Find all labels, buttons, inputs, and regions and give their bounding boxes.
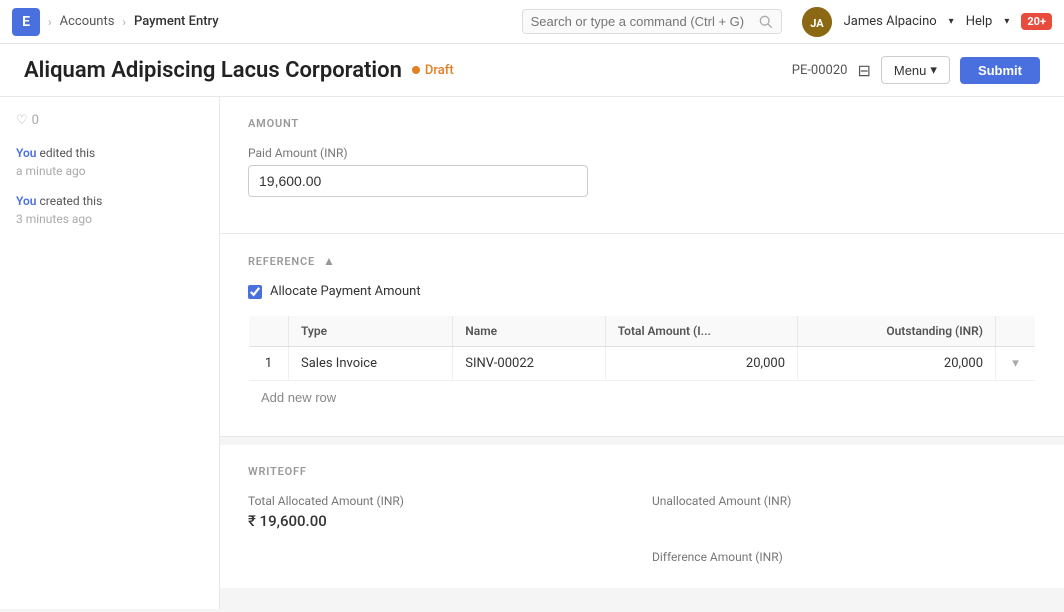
- header-actions: PE-00020 ⊟ Menu ▾ Submit: [792, 56, 1040, 84]
- col-num: [249, 316, 289, 347]
- status-badge: Draft: [412, 63, 454, 78]
- paid-amount-label: Paid Amount (INR): [248, 146, 1036, 160]
- activity-action-1: created this: [39, 194, 102, 208]
- doc-title-group: Aliquam Adipiscing Lacus Corporation Dra…: [24, 58, 454, 83]
- doc-id: PE-00020: [792, 63, 848, 78]
- submit-button[interactable]: Submit: [960, 57, 1040, 84]
- nav-right: JA James Alpacino ▾ Help ▾ 20+: [802, 7, 1052, 37]
- activity-action-0: edited this: [39, 146, 95, 160]
- heart-row: ♡ 0: [16, 113, 203, 128]
- col-action: [996, 316, 1036, 347]
- status-label: Draft: [425, 63, 454, 78]
- breadcrumb-payment-entry: Payment Entry: [134, 14, 219, 29]
- draft-dot: [412, 66, 420, 74]
- breadcrumb-sep-1: ›: [48, 15, 52, 29]
- collapse-icon[interactable]: ▲: [323, 254, 335, 268]
- menu-label: Menu: [894, 63, 927, 78]
- sidebar: ♡ 0 You edited this a minute ago You cre…: [0, 97, 220, 609]
- reference-section-label: REFERENCE: [248, 255, 315, 268]
- table-header-row: Type Name Total Amount (I... Outstanding…: [249, 316, 1036, 347]
- add-row-cell: Add new row: [249, 381, 1036, 416]
- activity-item-1: You created this 3 minutes ago: [16, 192, 203, 228]
- dropdown-arrow-icon[interactable]: ▾: [1012, 356, 1019, 371]
- print-icon[interactable]: ⊟: [857, 61, 870, 80]
- activity-actor-0: You: [16, 146, 36, 160]
- col-type: Type: [289, 316, 453, 347]
- search-bar[interactable]: [522, 9, 782, 34]
- row-dropdown-1[interactable]: ▾: [996, 347, 1036, 381]
- row-name-1: SINV-00022: [453, 347, 605, 381]
- add-row-row: Add new row: [249, 381, 1036, 416]
- breadcrumb-sep-2: ›: [122, 15, 126, 29]
- add-new-row-button[interactable]: Add new row: [261, 390, 336, 405]
- amount-section-label: AMOUNT: [248, 117, 1036, 130]
- allocate-label[interactable]: Allocate Payment Amount: [270, 284, 421, 299]
- main-layout: ♡ 0 You edited this a minute ago You cre…: [0, 97, 1064, 609]
- svg-text:JA: JA: [810, 17, 824, 30]
- heart-icon[interactable]: ♡: [16, 113, 28, 128]
- difference-label: Difference Amount (INR): [652, 550, 1036, 564]
- help-caret-icon[interactable]: ▾: [1004, 16, 1009, 27]
- allocate-checkbox-row: Allocate Payment Amount: [248, 284, 1036, 299]
- search-icon: [759, 15, 773, 29]
- unallocated-label: Unallocated Amount (INR): [652, 494, 1036, 508]
- activity-time-0: a minute ago: [16, 164, 86, 178]
- activity-actor-1: You: [16, 194, 36, 208]
- avatar: JA: [802, 7, 832, 37]
- menu-button[interactable]: Menu ▾: [881, 56, 950, 84]
- reference-section: REFERENCE ▲ Allocate Payment Amount Type…: [220, 234, 1064, 437]
- writeoff-grid: Total Allocated Amount (INR) ₹ 19,600.00…: [248, 494, 1036, 568]
- help-button[interactable]: Help: [966, 14, 993, 29]
- search-input[interactable]: [531, 14, 753, 29]
- avatar-img: JA: [802, 7, 832, 37]
- table-row: 1 Sales Invoice SINV-00022 20,000 20,000…: [249, 347, 1036, 381]
- user-caret-icon[interactable]: ▾: [949, 16, 954, 27]
- page-header: Aliquam Adipiscing Lacus Corporation Dra…: [0, 44, 1064, 97]
- notifications-badge[interactable]: 20+: [1021, 13, 1052, 30]
- paid-amount-field: Paid Amount (INR): [248, 146, 1036, 197]
- total-allocated-field: Total Allocated Amount (INR) ₹ 19,600.00: [248, 494, 632, 530]
- menu-caret-icon: ▾: [930, 62, 937, 78]
- breadcrumb-accounts[interactable]: Accounts: [60, 14, 115, 29]
- app-icon[interactable]: E: [12, 8, 40, 36]
- total-allocated-label: Total Allocated Amount (INR): [248, 494, 632, 508]
- heart-count: 0: [32, 113, 39, 128]
- amount-section: AMOUNT Paid Amount (INR): [220, 97, 1064, 234]
- row-num-1: 1: [249, 347, 289, 381]
- user-name[interactable]: James Alpacino: [844, 14, 937, 29]
- row-total-1: 20,000: [605, 347, 797, 381]
- main-content: AMOUNT Paid Amount (INR) REFERENCE ▲ All…: [220, 97, 1064, 609]
- col-total: Total Amount (I...: [605, 316, 797, 347]
- col-outstanding: Outstanding (INR): [798, 316, 996, 347]
- row-outstanding-1: 20,000: [798, 347, 996, 381]
- paid-amount-input[interactable]: [248, 165, 588, 197]
- writeoff-section-label: WRITEOFF: [248, 465, 1036, 478]
- total-allocated-value: ₹ 19,600.00: [248, 512, 632, 530]
- top-nav: E › Accounts › Payment Entry JA James Al…: [0, 0, 1064, 44]
- reference-table: Type Name Total Amount (I... Outstanding…: [248, 315, 1036, 416]
- row-type-1: Sales Invoice: [289, 347, 453, 381]
- doc-title-text: Aliquam Adipiscing Lacus Corporation: [24, 58, 402, 83]
- activity-time-1: 3 minutes ago: [16, 212, 92, 226]
- unallocated-field: Unallocated Amount (INR): [652, 494, 1036, 530]
- allocate-checkbox[interactable]: [248, 285, 262, 299]
- reference-header: REFERENCE ▲: [248, 254, 1036, 268]
- activity-item-0: You edited this a minute ago: [16, 144, 203, 180]
- difference-field: Difference Amount (INR): [652, 550, 1036, 568]
- col-name: Name: [453, 316, 605, 347]
- writeoff-section: WRITEOFF Total Allocated Amount (INR) ₹ …: [220, 445, 1064, 588]
